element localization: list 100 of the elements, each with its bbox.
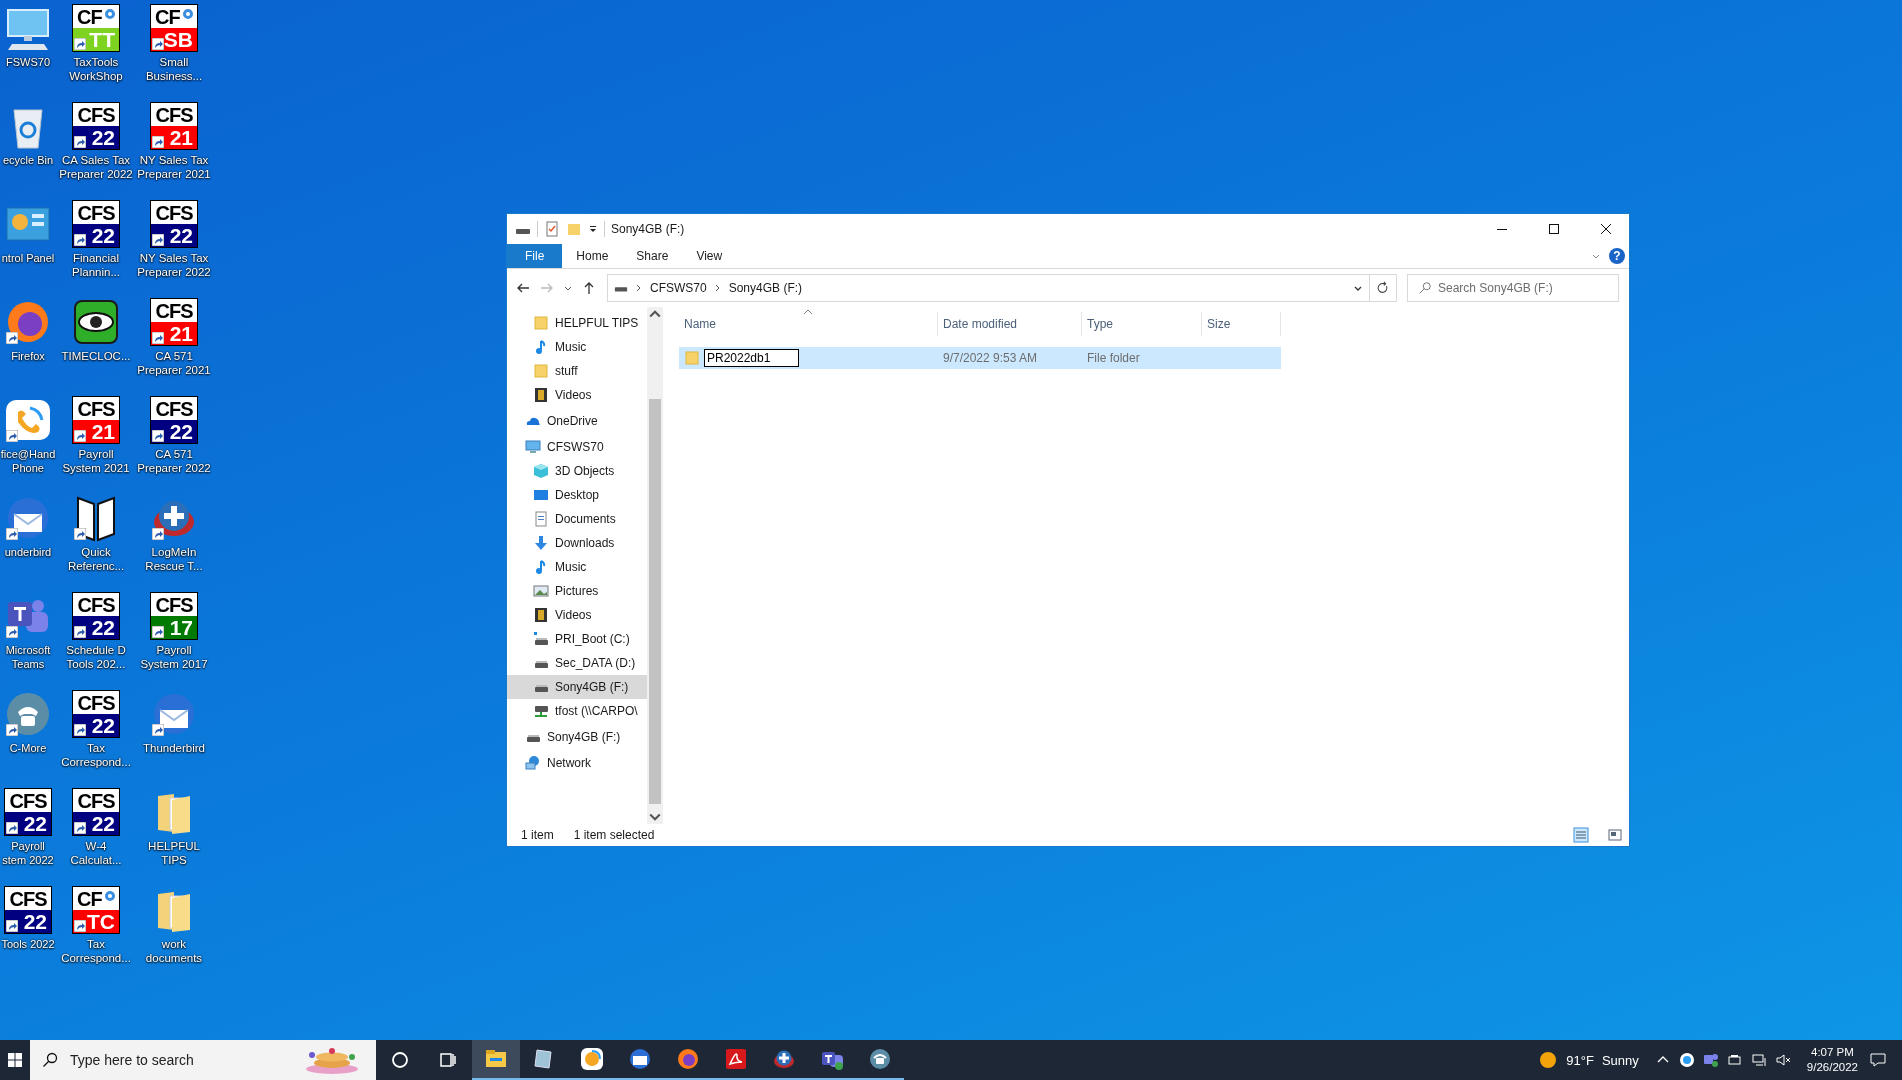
sun-icon[interactable]	[1538, 1050, 1559, 1070]
phone-cloud-icon	[580, 1047, 604, 1071]
icon-label[interactable]: ntrol Panel	[1, 251, 55, 265]
icon-label[interactable]: Microsoft Teams	[5, 643, 51, 671]
icon-label[interactable]: LogMeIn Rescue T...	[145, 545, 203, 573]
logo-text: CFS	[72, 788, 120, 812]
icon-label[interactable]: Payroll System 2017	[140, 643, 208, 671]
nav-item[interactable]: Documents	[507, 507, 647, 531]
weather-condition[interactable]: Sunny	[1601, 1052, 1639, 1068]
breadcrumb-item[interactable]: CFSWS70	[650, 281, 707, 295]
icon-label[interactable]: Thunderbird	[143, 741, 205, 755]
scrollbar-thumb[interactable]	[649, 399, 661, 804]
column-header[interactable]: Name	[679, 312, 938, 336]
icon-label[interactable]: HELPFUL TIPS	[148, 839, 200, 867]
ribbon-tab[interactable]: Share	[622, 244, 683, 268]
speaker-muted-icon[interactable]	[1774, 1052, 1791, 1068]
icon-label[interactable]: CA 571 Preparer 2022	[137, 447, 211, 475]
nav-item[interactable]: Videos	[507, 603, 647, 627]
nav-item[interactable]: 3D Objects	[507, 459, 647, 483]
nav-item[interactable]: Videos	[507, 383, 647, 407]
nav-item[interactable]: Network	[507, 751, 647, 775]
battery-icon[interactable]	[1726, 1052, 1743, 1068]
taskbar-search-box[interactable]: Type here to search	[30, 1040, 376, 1080]
nav-item[interactable]: Pictures	[507, 579, 647, 603]
icon-label[interactable]: Schedule D Tools 202...	[66, 643, 126, 671]
logo-text: CFS	[72, 102, 120, 126]
nav-item[interactable]: CFSWS70	[507, 435, 647, 459]
nav-item[interactable]: Downloads	[507, 531, 647, 555]
icon-label[interactable]: Firefox	[11, 349, 45, 363]
column-header[interactable]: Type	[1082, 312, 1202, 336]
film-icon	[533, 607, 549, 623]
icon-label[interactable]: work documents	[145, 937, 203, 965]
thumbnail-view-icon[interactable]	[1607, 827, 1623, 843]
icon-label[interactable]: Tools 2022	[1, 937, 55, 951]
pdf-icon	[724, 1047, 748, 1071]
search-box[interactable]: Search Sony4GB (F:)	[1407, 274, 1619, 302]
icon-label[interactable]: CA Sales Tax Preparer 2022	[59, 153, 133, 181]
column-header[interactable]: Date modified	[938, 312, 1082, 336]
logo-text: CFS	[150, 592, 198, 616]
icon-label[interactable]: Small Business...	[145, 55, 203, 83]
column-header[interactable]: Size	[1202, 312, 1281, 336]
logo-text: CFS	[4, 886, 52, 910]
nav-item[interactable]: OneDrive	[507, 409, 647, 433]
icon-label[interactable]: Payroll System 2021	[62, 447, 130, 475]
nav-item[interactable]: Music	[507, 335, 647, 359]
logo-text: CFS	[72, 200, 120, 224]
ribbon-tab[interactable]: View	[682, 244, 737, 268]
nav-item[interactable]: tfost (\\CARPO\	[507, 699, 647, 723]
icon-label[interactable]: C-More	[9, 741, 47, 755]
icon-label[interactable]: Tax Correspond...	[61, 937, 131, 965]
icon-label[interactable]: fice@Hand Phone	[0, 447, 56, 475]
bird-mail-icon	[628, 1047, 652, 1071]
windows-logo-icon	[7, 1052, 23, 1068]
breadcrumb-item[interactable]: Sony4GB (F:)	[728, 281, 803, 295]
icon-label[interactable]: Quick Referenc...	[67, 545, 125, 573]
gear-icon	[102, 888, 118, 904]
search-field[interactable]: Search Sony4GB (F:)	[1438, 277, 1618, 299]
icon-label[interactable]: W-4 Calculat...	[70, 839, 122, 867]
nav-item[interactable]: Sony4GB (F:)	[507, 675, 647, 699]
clock[interactable]: 4:07 PM 9/26/2022	[1806, 1045, 1858, 1075]
nav-item[interactable]: PRI_Boot (C:)	[507, 627, 647, 651]
icon-label[interactable]: TaxTools WorkShop	[69, 55, 123, 83]
file-menu-button[interactable]: File	[507, 244, 563, 268]
icon-label[interactable]: TIMECLOC...	[61, 349, 131, 363]
logo-text: CFS	[72, 690, 120, 714]
checklist-icon[interactable]	[544, 221, 560, 237]
icon-label[interactable]: NY Sales Tax Preparer 2022	[137, 251, 211, 279]
icon-label[interactable]: Tax Correspond...	[61, 741, 131, 769]
ribbon-tab[interactable]: Home	[562, 244, 623, 268]
taskbar-search-field[interactable]: Type here to search	[70, 1045, 290, 1075]
search-icon	[42, 1052, 58, 1068]
nav-item[interactable]: HELPFUL TIPS	[507, 311, 647, 335]
icon-label[interactable]: CA 571 Preparer 2021	[137, 349, 211, 377]
weather-temperature[interactable]: 91°F	[1566, 1052, 1594, 1068]
address-bar[interactable]: CFSWS70 Sony4GB (F:)	[607, 274, 1397, 302]
nav-item[interactable]: stuff	[507, 359, 647, 383]
clock-date: 9/26/2022	[1806, 1060, 1858, 1075]
dropdown-icon[interactable]	[588, 224, 598, 234]
network-icon[interactable]	[1750, 1052, 1767, 1068]
icon-label[interactable]: NY Sales Tax Preparer 2021	[137, 153, 211, 181]
rename-field[interactable]: PR2022db1	[704, 349, 799, 367]
notification-icon[interactable]	[1870, 1052, 1886, 1068]
film-icon	[533, 387, 549, 403]
icon-label[interactable]: Financial Plannin...	[72, 251, 120, 279]
icon-label[interactable]: underbird	[4, 545, 52, 559]
phone-cloud-icon[interactable]	[1678, 1052, 1695, 1068]
nav-item[interactable]: Sec_DATA (D:)	[507, 651, 647, 675]
document-icon	[533, 511, 549, 527]
icon-label[interactable]: Payroll stem 2022	[2, 839, 54, 867]
icon-label[interactable]: ecycle Bin	[2, 153, 54, 167]
team-chat-icon[interactable]	[1702, 1052, 1719, 1068]
nav-item[interactable]: Sony4GB (F:)	[507, 725, 647, 749]
nav-item[interactable]: Music	[507, 555, 647, 579]
file-row[interactable]: PR2022db1 9/7/2022 9:53 AM File folder	[679, 347, 1281, 369]
computer-icon	[525, 439, 541, 455]
help-button[interactable]: ?	[1609, 248, 1625, 264]
icon-label[interactable]: FSWS70	[6, 55, 50, 69]
cube-icon	[533, 463, 549, 479]
nav-item[interactable]: Desktop	[507, 483, 647, 507]
logo-text: CFS	[4, 788, 52, 812]
